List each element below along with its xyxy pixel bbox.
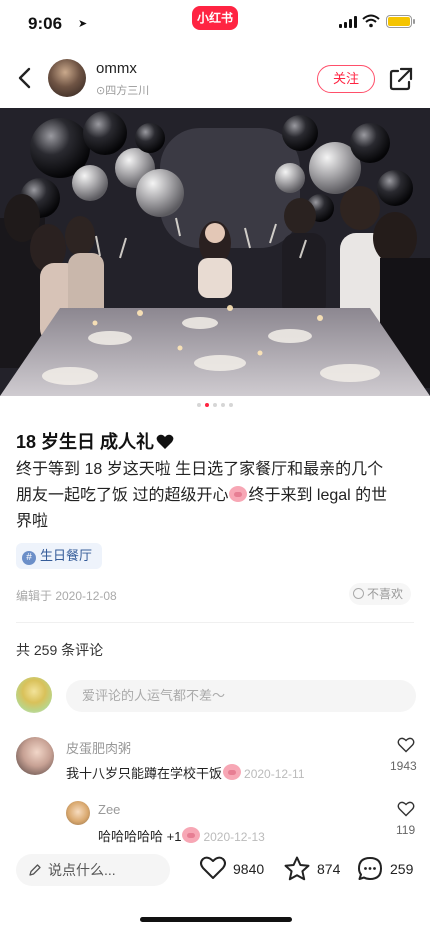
star-icon <box>284 856 310 881</box>
signal-icon <box>339 16 357 28</box>
post-photo[interactable] <box>0 108 430 396</box>
like-button[interactable]: 9840 <box>199 855 275 883</box>
author-avatar[interactable] <box>48 59 86 97</box>
pencil-icon <box>29 864 41 876</box>
post-title: 18 岁生日 成人礼 <box>16 428 174 454</box>
my-avatar <box>16 677 52 713</box>
author-location-text: 四方三川 <box>105 85 150 97</box>
comment-date: 2020-12-13 <box>203 830 265 844</box>
follow-button[interactable]: 关注 <box>317 65 375 93</box>
post-body-line: 界啦 <box>16 513 49 530</box>
comment-date: 2020-12-11 <box>244 767 305 781</box>
heart-icon <box>200 856 226 879</box>
black-heart-icon <box>156 434 174 449</box>
favorite-button[interactable]: 874 <box>283 855 347 883</box>
commenter-avatar[interactable] <box>16 737 54 775</box>
pig-emoji-icon <box>223 764 242 780</box>
comment-count: 共 259 条评论 <box>16 642 104 658</box>
hashtag-icon: # <box>22 551 36 565</box>
comment-body: 哈哈哈哈哈 +1 <box>98 829 182 844</box>
back-icon[interactable] <box>12 64 40 92</box>
dislike-button[interactable]: 不喜欢 <box>349 583 412 605</box>
topic-tag-label: 生日餐厅 <box>40 548 93 563</box>
party-photo-image <box>0 108 430 396</box>
post-body-line: 终于等到 18 岁这天啦 生日选了家餐厅和最亲的几个 <box>16 461 384 478</box>
topic-tag[interactable]: # 生日餐厅 <box>16 543 103 569</box>
home-indicator <box>140 917 292 922</box>
favorite-count: 874 <box>317 861 341 877</box>
dislike-label: 不喜欢 <box>367 587 404 601</box>
carousel-indicator <box>0 403 430 409</box>
say-something-input[interactable]: 说点什么... <box>16 854 170 886</box>
location-pin-icon: ⊙ <box>96 85 106 97</box>
say-something-placeholder: 说点什么... <box>48 862 116 878</box>
comment-bubble-icon <box>358 857 382 880</box>
sad-face-icon <box>353 588 364 599</box>
post-title-text: 18 岁生日 成人礼 <box>16 432 155 452</box>
comment-like-count: 119 <box>396 823 416 837</box>
comment-button[interactable]: 259 <box>356 855 420 883</box>
like-heart-icon[interactable] <box>397 801 415 817</box>
divider <box>16 622 414 623</box>
post-body: 终于等到 18 岁这天啦 生日选了家餐厅和最亲的几个 朋友一起吃了饭 过的超级开… <box>16 457 416 535</box>
author-name[interactable]: ommx <box>96 60 137 77</box>
like-heart-icon[interactable] <box>397 737 415 753</box>
app-badge: 小红书 <box>192 6 238 30</box>
post-body-line: 朋友一起吃了饭 过的超级开心 终于来到 legal 的世 <box>16 483 416 509</box>
comment-total: 259 <box>390 861 414 877</box>
comment-input[interactable]: 爱评论的人运气都不差～ <box>66 680 416 712</box>
commenter-avatar[interactable] <box>66 801 90 825</box>
location-arrow-icon: ➤ <box>78 18 88 30</box>
comment-text: 哈哈哈哈哈 +1 2020-12-13 <box>98 826 265 845</box>
top-nav: ommx ⊙四方三川 关注 <box>0 50 430 106</box>
like-count: 9840 <box>233 861 265 877</box>
commenter-name[interactable]: 皮蛋肥肉粥 <box>66 738 131 757</box>
share-icon[interactable] <box>388 66 414 92</box>
comment-text: 我十八岁只能蹲在学校干饭 2020-12-11 <box>66 763 305 782</box>
status-time: 9:06 <box>28 14 63 33</box>
bottom-action-bar: 说点什么... 9840 874 259 <box>0 848 430 900</box>
wifi-icon <box>362 14 380 28</box>
pig-emoji-icon <box>229 486 248 502</box>
post-body-segment: 终于来到 legal 的世 <box>248 487 388 504</box>
post-body-segment: 朋友一起吃了饭 过的超级开心 <box>16 487 229 504</box>
battery-icon <box>386 15 415 28</box>
commenter-name[interactable]: Zee <box>98 802 120 817</box>
comment-like-count: 1943 <box>390 759 417 773</box>
comment-body: 我十八岁只能蹲在学校干饭 <box>66 766 223 781</box>
author-location: ⊙四方三川 <box>96 82 149 98</box>
edit-date: 编辑于 2020-12-08 <box>16 589 117 603</box>
status-bar: 9:06 ➤ 小红书 <box>0 0 430 44</box>
pig-emoji-icon <box>182 827 201 843</box>
